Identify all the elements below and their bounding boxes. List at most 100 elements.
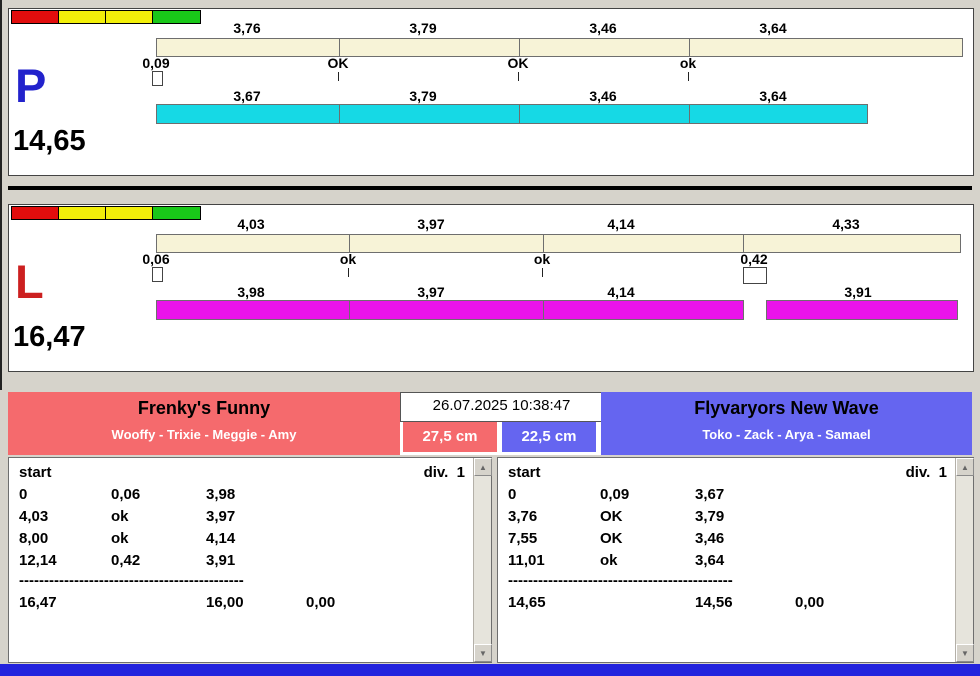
scroll-down-button[interactable]: ▼ (474, 644, 492, 662)
result-cell: 3,64 (695, 552, 725, 569)
l-run-split-2: 3,97 (417, 284, 445, 300)
result-cell: 8,00 (19, 530, 49, 547)
lane-panel-p: 3,76 3,79 3,46 3,64 0,09 OK OK ok P 3,67… (8, 8, 974, 176)
l-run-split-1: 3,98 (237, 284, 265, 300)
start-light-green (152, 10, 201, 24)
team-header-home: Frenky's Funny Wooffy - Trixie - Meggie … (8, 392, 400, 455)
result-cell: 0,42 (111, 552, 141, 569)
scrollbar[interactable]: ▲ ▼ (473, 458, 492, 662)
lane-divider (8, 186, 972, 190)
l-start-flag-box (152, 267, 163, 282)
bar-divider (349, 301, 350, 319)
result-cell: 3,46 (695, 530, 725, 547)
result-cell: 0 (508, 486, 517, 503)
division-label: div. 1 (423, 464, 465, 481)
start-label: start (508, 464, 541, 481)
scroll-up-button[interactable]: ▲ (474, 458, 492, 476)
l-run-bar-main (156, 300, 744, 320)
result-cell: 3,79 (695, 508, 725, 525)
l-run-split-4: 3,91 (844, 284, 872, 300)
p-ref-split-4: 3,64 (759, 20, 787, 36)
separator-line: ----------------------------------------… (19, 572, 244, 589)
division-label: div. 1 (905, 464, 947, 481)
result-panel-home: start div. 1 0 0,06 3,98 4,03 ok 3,97 8,… (8, 457, 492, 663)
p-start-reaction: 0,09 (142, 55, 170, 71)
bar-divider (689, 39, 690, 56)
chevron-up-icon: ▲ (961, 463, 969, 472)
result-cell: 4,03 (19, 508, 49, 525)
start-light-red (11, 206, 60, 220)
team-dogs-home: Wooffy - Trixie - Meggie - Amy (111, 427, 297, 442)
p-run-split-2: 3,79 (409, 88, 437, 104)
result-cell: ok (600, 552, 618, 569)
start-light-yellow-1 (58, 10, 107, 24)
lane-panel-l: 4,03 3,97 4,14 4,33 0,06 ok ok 0,42 L 3,… (8, 204, 974, 372)
scroll-up-button[interactable]: ▲ (956, 458, 974, 476)
l-lane-letter: L (15, 255, 44, 308)
result-cell: ok (111, 508, 129, 525)
start-light-yellow-1 (58, 206, 107, 220)
l-run-bar-last (766, 300, 958, 320)
start-light-yellow-2 (105, 206, 154, 220)
bar-divider (339, 105, 340, 123)
result-cell: 4,14 (206, 530, 236, 547)
l-ref-split-3: 4,14 (607, 216, 635, 232)
p-lane-letter: P (15, 59, 47, 112)
jump-height-guest: 22,5 cm (502, 422, 596, 452)
result-cell: ok (111, 530, 129, 547)
l-fault-flag-box (743, 267, 767, 284)
clean-time: 14,56 (695, 594, 733, 611)
p-change-mark-3: ok (679, 55, 697, 71)
bar-divider (519, 39, 520, 56)
l-ref-split-2: 3,97 (417, 216, 445, 232)
start-light-red (11, 10, 60, 24)
p-run-bar (156, 104, 868, 124)
change-tick (518, 72, 519, 81)
p-change-mark-2: OK (507, 55, 529, 71)
bar-divider (543, 301, 544, 319)
p-reference-bar (156, 38, 963, 57)
result-cell: 0 (19, 486, 28, 503)
result-cell: 3,97 (206, 508, 236, 525)
l-change-mark-3: 0,42 (740, 251, 768, 267)
team-name-guest: Flyvaryors New Wave (694, 398, 879, 418)
l-ref-split-4: 4,33 (832, 216, 860, 232)
datetime-display: 26.07.2025 10:38:47 (400, 392, 603, 422)
bar-divider (519, 105, 520, 123)
penalty-time: 0,00 (306, 594, 336, 611)
result-cell: 11,01 (508, 552, 545, 569)
result-cell: 0,09 (600, 486, 630, 503)
l-ref-split-1: 4,03 (237, 216, 265, 232)
clean-time: 16,00 (206, 594, 244, 611)
l-reference-bar (156, 234, 961, 253)
result-cell: OK (600, 530, 623, 547)
total-time: 16,47 (19, 594, 57, 611)
team-name-home: Frenky's Funny (137, 398, 271, 418)
result-cell: 3,98 (206, 486, 236, 503)
result-cell: 3,76 (508, 508, 538, 525)
change-tick (542, 268, 543, 277)
result-cell: 12,14 (19, 552, 57, 569)
p-ref-split-3: 3,46 (589, 20, 617, 36)
penalty-time: 0,00 (795, 594, 825, 611)
result-cell: OK (600, 508, 623, 525)
l-run-split-3: 4,14 (607, 284, 635, 300)
change-tick (348, 268, 349, 277)
start-light-yellow-2 (105, 10, 154, 24)
chevron-down-icon: ▼ (479, 649, 487, 658)
chevron-up-icon: ▲ (479, 463, 487, 472)
p-run-split-1: 3,67 (233, 88, 261, 104)
start-label: start (19, 464, 52, 481)
jump-height-home: 27,5 cm (403, 422, 497, 452)
taskbar-strip (0, 664, 980, 676)
p-ref-split-2: 3,79 (409, 20, 437, 36)
scrollbar[interactable]: ▲ ▼ (955, 458, 974, 662)
l-total-time: 16,47 (13, 321, 86, 353)
bar-divider (339, 39, 340, 56)
separator-line: ----------------------------------------… (508, 572, 733, 589)
scroll-down-button[interactable]: ▼ (956, 644, 974, 662)
change-tick (688, 72, 689, 81)
team-dogs-guest: Toko - Zack - Arya - Samael (702, 427, 871, 442)
change-tick (338, 72, 339, 81)
p-change-mark-1: OK (327, 55, 349, 71)
